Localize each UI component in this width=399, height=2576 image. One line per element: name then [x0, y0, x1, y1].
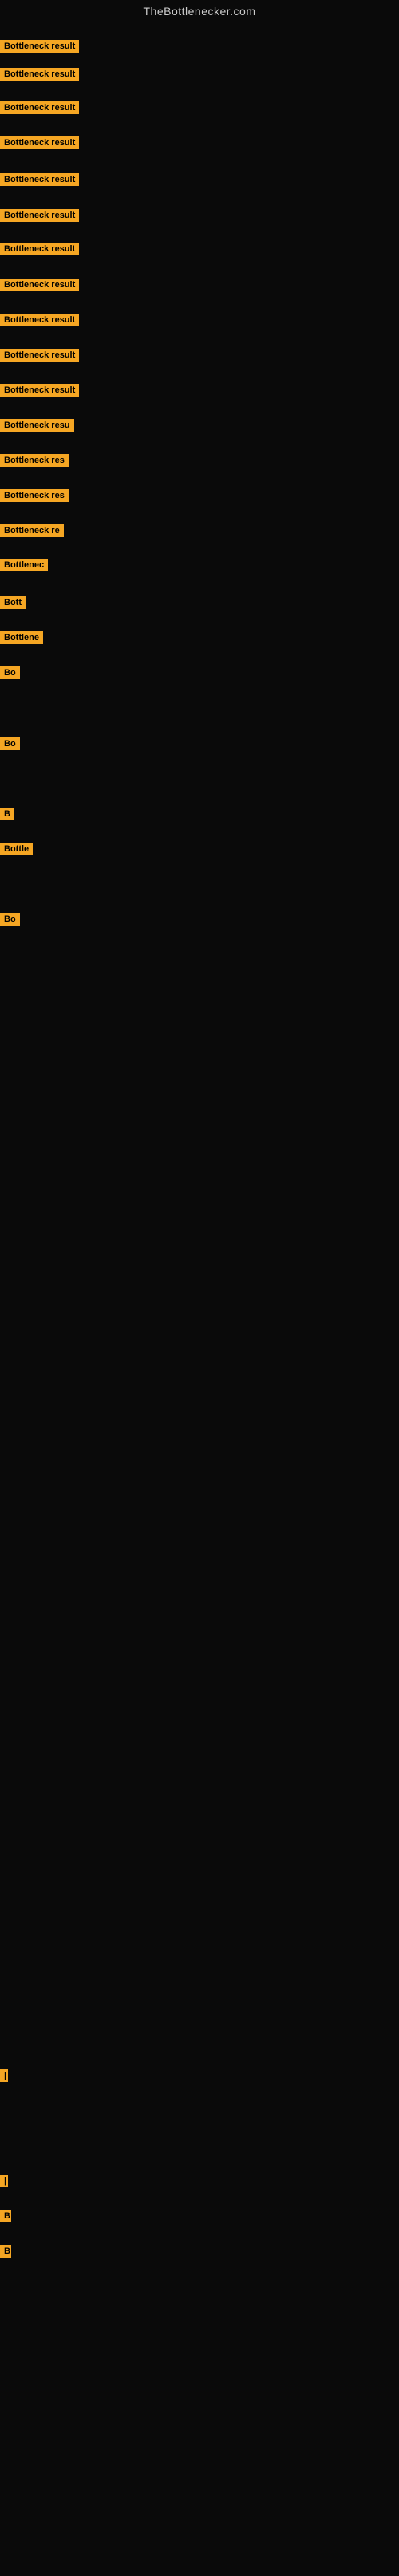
bottleneck-result-badge: Bo: [0, 666, 20, 679]
bottleneck-result-badge: B: [0, 2210, 11, 2222]
bottleneck-result-badge: Bottleneck result: [0, 173, 79, 186]
bottleneck-result-badge: Bottleneck result: [0, 101, 79, 114]
bottleneck-result-badge: Bottlene: [0, 631, 43, 644]
bottleneck-result-badge: Bottleneck result: [0, 243, 79, 255]
bottleneck-result-badge: Bottleneck result: [0, 314, 79, 326]
bottleneck-result-badge: Bott: [0, 596, 26, 609]
bottleneck-result-badge: Bo: [0, 913, 20, 926]
bottleneck-result-badge: Bottleneck result: [0, 384, 79, 397]
bottleneck-result-badge: Bottleneck result: [0, 40, 79, 53]
bottleneck-result-badge: |: [0, 2069, 8, 2082]
bottleneck-result-badge: Bottleneck resu: [0, 419, 74, 432]
bottleneck-result-badge: Bo: [0, 737, 20, 750]
bottleneck-result-badge: Bottlenec: [0, 559, 48, 571]
bottleneck-result-badge: Bottle: [0, 843, 33, 855]
bottleneck-result-badge: Bottleneck result: [0, 279, 79, 291]
bottleneck-result-badge: Bottleneck re: [0, 524, 64, 537]
bottleneck-result-badge: B: [0, 2245, 11, 2258]
bottleneck-result-badge: B: [0, 808, 14, 820]
bottleneck-result-badge: |: [0, 2175, 8, 2187]
site-title: TheBottlenecker.com: [0, 0, 399, 22]
bottleneck-result-badge: Bottleneck result: [0, 136, 79, 149]
bottleneck-result-badge: Bottleneck result: [0, 68, 79, 81]
bottleneck-result-badge: Bottleneck result: [0, 349, 79, 362]
bottleneck-result-badge: Bottleneck res: [0, 454, 69, 467]
bottleneck-result-badge: Bottleneck result: [0, 209, 79, 222]
bottleneck-result-badge: Bottleneck res: [0, 489, 69, 502]
